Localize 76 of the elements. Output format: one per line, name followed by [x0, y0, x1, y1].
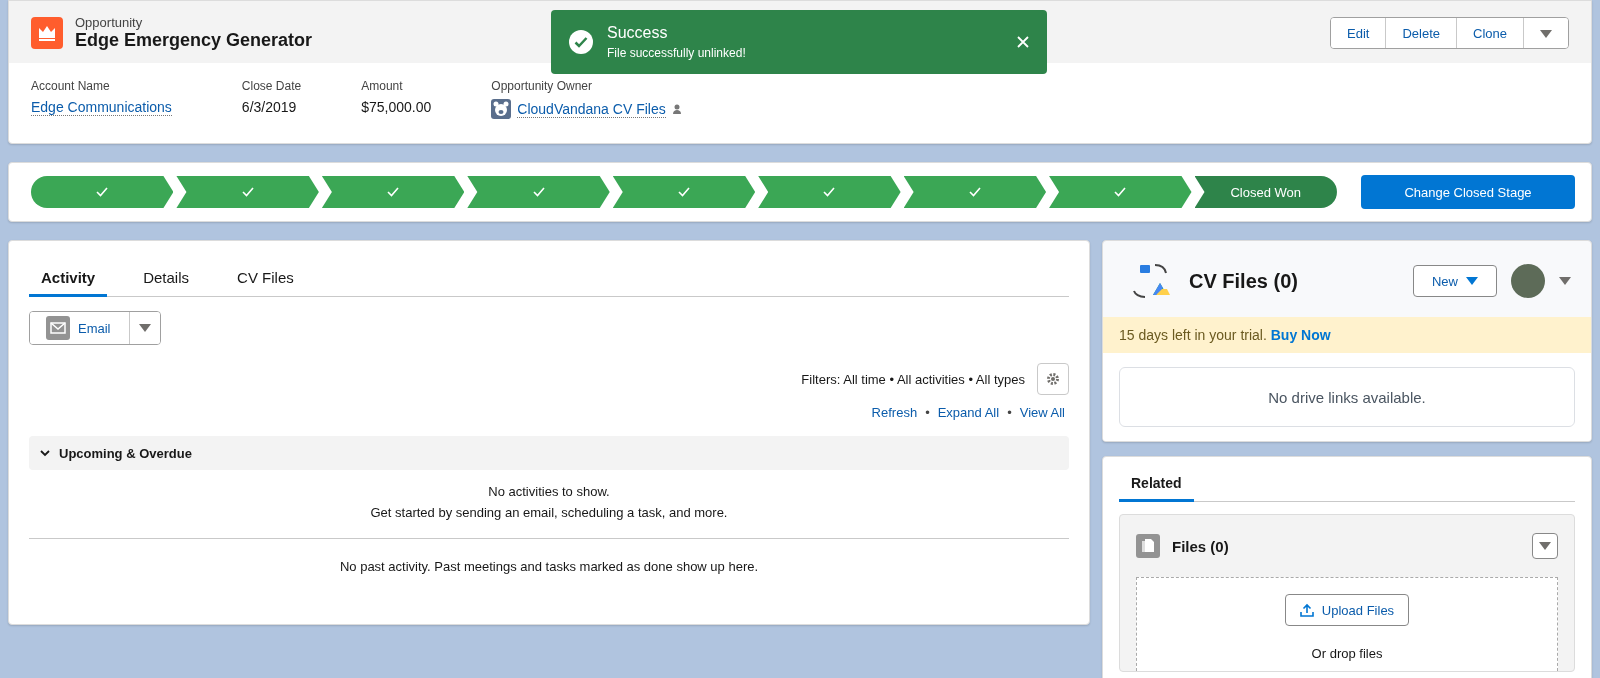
record-type: Opportunity	[75, 15, 143, 30]
change-owner-icon[interactable]	[671, 103, 684, 115]
upload-button[interactable]: Upload Files	[1284, 594, 1410, 626]
email-icon	[46, 316, 70, 340]
tab[interactable]: Related	[1119, 467, 1194, 502]
tab[interactable]: CV Files	[225, 261, 306, 297]
caret-icon	[1559, 277, 1571, 285]
toast-message: File successfully unlinked!	[607, 46, 747, 60]
record-title: Edge Emergency Generator	[75, 30, 313, 51]
field-label: Amount	[361, 79, 404, 93]
filters-text: Filters: All time • All activities • All types	[801, 371, 1025, 387]
toast-title: Success	[607, 24, 669, 42]
avatar-placeholder[interactable]	[1511, 264, 1545, 298]
path-stage[interactable]	[176, 176, 319, 208]
crown-icon	[31, 17, 63, 49]
section-header[interactable]: Upcoming & Overdue	[29, 436, 1069, 470]
files-icon	[1136, 534, 1160, 558]
activity-link[interactable]: View All	[1019, 405, 1065, 420]
buy-now-link[interactable]: Buy Now	[1270, 327, 1331, 343]
action-button[interactable]: Delete	[1386, 18, 1458, 48]
caret-icon	[1540, 29, 1552, 38]
check-icon	[387, 187, 400, 197]
check-icon	[96, 187, 109, 197]
drop-zone[interactable]: Upload Files Or drop files	[1136, 577, 1558, 671]
path-stage[interactable]	[467, 176, 610, 208]
path-stage[interactable]	[1049, 176, 1192, 208]
empty-message: No activities to show.	[487, 484, 611, 499]
change-stage-button[interactable]: Change Closed Stage	[1361, 175, 1575, 209]
tab[interactable]: Details	[131, 261, 202, 297]
action-button[interactable]: Edit	[1331, 18, 1387, 48]
caret-icon	[139, 324, 151, 332]
close-icon[interactable]	[1017, 36, 1029, 48]
empty-drive-message: No drive links available.	[1119, 367, 1575, 427]
field-label: Close Date	[241, 79, 302, 93]
check-icon	[241, 187, 254, 197]
files-menu-button[interactable]	[1532, 533, 1558, 559]
path-stage[interactable]	[903, 176, 1047, 208]
path-stage[interactable]	[31, 176, 174, 208]
caret-icon	[1466, 277, 1478, 285]
upload-icon	[1299, 603, 1314, 617]
action-button[interactable]: Clone	[1457, 18, 1524, 48]
field-link[interactable]: Edge Communications	[31, 99, 172, 116]
path-stage[interactable]: Closed Won	[1194, 176, 1337, 208]
past-activity-message: No past activity. Past meetings and tasks marked as done show up here.	[338, 558, 760, 574]
activity-link[interactable]: Expand All	[937, 405, 1000, 420]
email-button[interactable]: Email	[30, 312, 130, 344]
path-stage[interactable]	[612, 176, 756, 208]
check-icon	[823, 187, 836, 197]
trial-text: 15 days left in your trial.	[1119, 327, 1268, 343]
field-value: $75,000.00	[361, 99, 432, 115]
check-icon	[532, 187, 545, 197]
field-value: 6/3/2019	[241, 99, 298, 115]
cv-files-title: CV Files (0)	[1189, 269, 1299, 293]
success-icon	[569, 30, 593, 54]
check-icon	[968, 187, 981, 197]
field-label: Opportunity Owner	[491, 79, 594, 93]
field-label: Account Name	[31, 79, 111, 93]
check-icon	[677, 187, 690, 197]
settings-button[interactable]	[1037, 363, 1069, 395]
separator-dot: •	[1007, 405, 1012, 420]
drop-hint: Or drop files	[1311, 646, 1383, 661]
separator-dot: •	[925, 405, 930, 420]
caret-icon	[1539, 542, 1551, 550]
new-button[interactable]: New	[1413, 265, 1497, 297]
path-stage[interactable]	[321, 176, 465, 208]
tab[interactable]: Activity	[29, 261, 108, 297]
owner-link[interactable]: CloudVandana CV Files	[517, 100, 666, 118]
check-icon	[1114, 187, 1127, 197]
path-stage[interactable]	[758, 176, 901, 208]
section-title: Upcoming & Overdue	[59, 445, 192, 461]
empty-message: Get started by sending an email, scheduling a task, and more.	[369, 505, 729, 520]
settings-icon	[1046, 372, 1060, 386]
activity-link[interactable]: Refresh	[871, 405, 918, 420]
more-actions-button[interactable]	[1524, 18, 1568, 48]
bear-avatar-icon	[491, 99, 512, 119]
files-title: Files (0)	[1172, 537, 1230, 555]
